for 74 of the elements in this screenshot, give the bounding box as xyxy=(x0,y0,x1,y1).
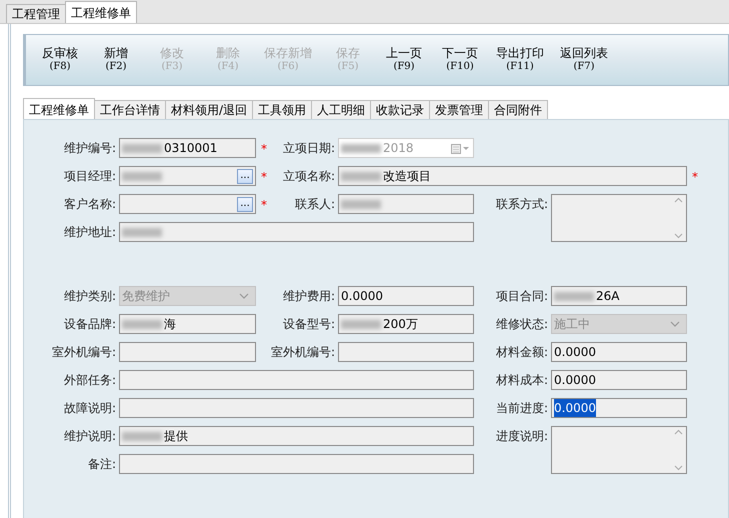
input-field[interactable]: 26A xyxy=(551,286,687,306)
lookup-button[interactable]: ... xyxy=(237,168,253,184)
tab[interactable]: 合同附件 xyxy=(488,100,548,119)
scroll-up-icon[interactable] xyxy=(674,429,682,435)
lookup-field[interactable]: ... xyxy=(119,166,256,186)
window-tab[interactable]: 工程管理 xyxy=(6,4,66,23)
required-mark: * xyxy=(260,197,268,214)
field-label: 联系方式: xyxy=(494,196,549,213)
input-field[interactable] xyxy=(119,454,474,474)
field-label: 客户名称: xyxy=(62,196,117,213)
scroll-down-icon[interactable] xyxy=(674,233,682,239)
toolbar-button[interactable]: 返回列表 (F7) xyxy=(552,46,616,74)
lookup-field[interactable]: ... xyxy=(119,194,256,214)
field-label: 项目合同: xyxy=(494,288,549,305)
field-label: 设备型号: xyxy=(282,316,336,333)
field-label: 当前进度: xyxy=(494,400,549,417)
required-mark: * xyxy=(260,169,268,186)
required-mark: * xyxy=(260,141,268,158)
field-label: 进度说明: xyxy=(494,428,549,445)
tab[interactable]: 人工明细 xyxy=(311,100,372,119)
field-label: 外部任务: xyxy=(62,372,117,389)
input-field[interactable] xyxy=(338,342,474,362)
selected-text: 0.0000 xyxy=(554,399,596,417)
input-field[interactable]: 200万 xyxy=(338,314,474,334)
input-field[interactable]: 0.0000 xyxy=(551,342,687,362)
input-field[interactable]: 0310001 xyxy=(119,138,256,158)
tab[interactable]: 发票管理 xyxy=(429,100,490,119)
scroll-up-icon[interactable] xyxy=(674,197,682,203)
chevron-icon xyxy=(239,293,249,299)
input-field[interactable]: 0.0000 xyxy=(338,286,474,306)
input-field[interactable] xyxy=(338,194,474,214)
window-tab[interactable]: 工程维修单 xyxy=(65,1,137,23)
input-field[interactable]: 改造项目 xyxy=(338,166,687,186)
tab[interactable]: 工作台详情 xyxy=(94,100,166,119)
required-mark: * xyxy=(691,169,699,186)
toolbar-button[interactable]: 新增 (F2) xyxy=(88,46,144,74)
input-field[interactable] xyxy=(119,398,474,418)
chevron-icon xyxy=(670,321,680,327)
field-label: 材料成本: xyxy=(494,372,549,389)
input-field[interactable]: 提供 xyxy=(119,426,474,446)
tab[interactable]: 工程维修单 xyxy=(23,98,95,119)
input-field[interactable]: 0.0000 xyxy=(551,398,687,418)
field-label: 材料金额: xyxy=(494,344,549,361)
tab[interactable]: 工具领用 xyxy=(252,100,312,119)
field-label: 联系人: xyxy=(294,196,336,213)
field-label: 项目经理: xyxy=(62,168,117,185)
lookup-button[interactable]: ... xyxy=(237,196,253,212)
field-label: 维修状态: xyxy=(494,316,549,333)
field-label: 立项日期: xyxy=(282,140,336,157)
toolbar-button[interactable]: 反审核 (F8) xyxy=(32,46,88,74)
field-label: 维护费用: xyxy=(282,288,336,305)
tab[interactable]: 材料领用/退回 xyxy=(165,100,254,119)
field-label: 维护类别: xyxy=(62,288,117,305)
toolbar-button[interactable]: 上一页 (F9) xyxy=(376,46,432,74)
toolbar-button[interactable]: 下一页 (F10) xyxy=(432,46,488,74)
input-field[interactable]: 海 xyxy=(119,314,256,334)
field-label: 维护地址: xyxy=(62,224,117,241)
field-label: 立项名称: xyxy=(282,168,336,185)
input-field[interactable] xyxy=(119,222,474,242)
field-label: 设备品牌: xyxy=(62,316,117,333)
input-field[interactable] xyxy=(119,370,474,390)
field-label: 维护编号: xyxy=(62,140,117,157)
field-label: 室外机编号: xyxy=(270,344,336,361)
field-label: 故障说明: xyxy=(62,400,117,417)
scroll-down-icon[interactable] xyxy=(674,465,682,471)
toolbar-button[interactable]: 导出打印 (F11) xyxy=(488,46,552,74)
field-label: 备注: xyxy=(86,456,117,473)
field-label: 室外机编号: xyxy=(50,344,117,361)
input-field[interactable]: 0.0000 xyxy=(551,370,687,390)
memo-field[interactable] xyxy=(551,194,687,242)
tab[interactable]: 收款记录 xyxy=(370,100,430,119)
memo-field[interactable] xyxy=(551,426,687,474)
input-field[interactable] xyxy=(119,342,256,362)
field-label: 维护说明: xyxy=(62,428,117,445)
